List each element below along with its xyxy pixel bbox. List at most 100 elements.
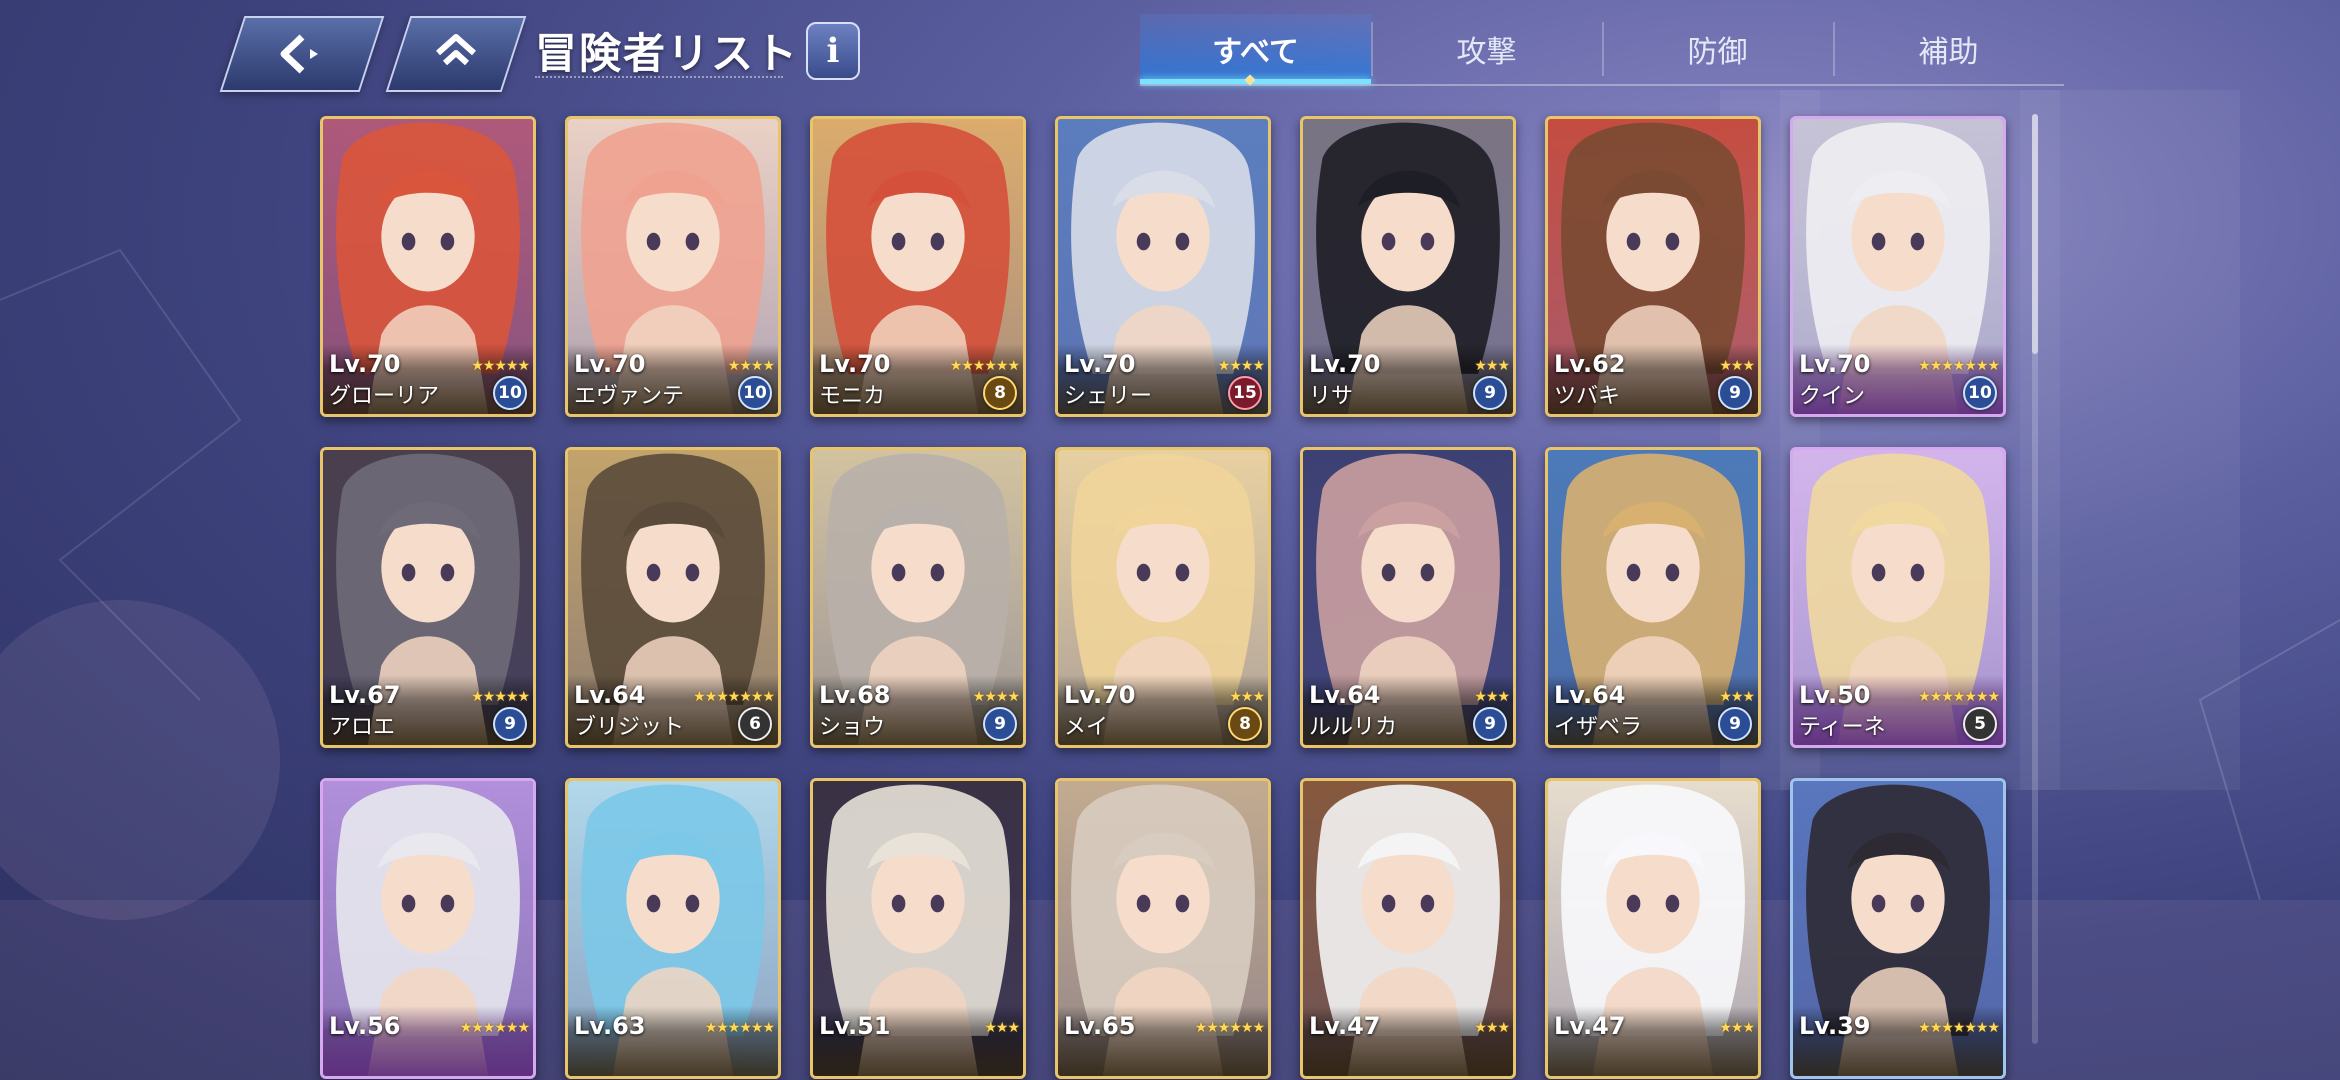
star-rating: ★★★ [1719,358,1755,374]
header: 冒険者リスト i すべて 攻撃 防御 補助 [0,0,2340,100]
star-rating: ★★★★★★★ [1918,358,2000,374]
level-label: Lv.56 [329,1012,401,1040]
level-label: Lv.70 [1064,350,1136,378]
adventurer-card[interactable]: Lv.62 ★★★ ツバキ 9 [1545,116,1761,417]
filter-tabs: すべて 攻撃 防御 補助 [1140,14,2064,84]
level-label: Lv.70 [574,350,646,378]
level-label: Lv.70 [1064,681,1136,709]
tab-attack[interactable]: 攻撃 [1371,14,1602,84]
adventurer-card[interactable]: Lv.64 ★★★ ルルリカ 9 [1300,447,1516,748]
tabs-divider [1140,84,2064,86]
level-label: Lv.70 [329,350,401,378]
rank-badge: 15 [1228,376,1262,410]
adventurer-grid: Lv.70 ★★★★★ グローリア 10 Lv.70 ★★★★ エヴァンテ 10 Lv.70 ★★… [320,116,2010,1079]
title-underline [535,74,783,78]
adventurer-card[interactable]: Lv.64 ★★★ イザベラ 9 [1545,447,1761,748]
adventurer-card[interactable]: Lv.64 ★★★★★★★ ブリジット 6 [565,447,781,748]
character-name: ツバキ [1554,384,1621,409]
scrollbar[interactable] [2032,114,2038,1044]
character-name: ティーネ [1799,715,1886,740]
adventurer-card[interactable]: Lv.70 ★★★★ シェリー 15 [1055,116,1271,417]
adventurer-card[interactable]: Lv.70 ★★★ メイ 8 [1055,447,1271,748]
character-name: ルルリカ [1309,715,1398,740]
adventurer-card[interactable]: Lv.47 ★★★ [1545,778,1761,1079]
star-rating: ★★★★★★ [949,358,1020,374]
adventurer-card[interactable]: Lv.65 ★★★★★★ [1055,778,1271,1079]
adventurer-card[interactable]: Lv.63 ★★★★★★ [565,778,781,1079]
rank-badge: 8 [1228,707,1262,741]
page-title: 冒険者リスト [535,29,800,78]
rank-badge: 9 [1473,376,1507,410]
level-label: Lv.47 [1554,1012,1626,1040]
level-label: Lv.70 [1309,350,1381,378]
star-rating: ★★★ [1474,358,1510,374]
character-name: エヴァンテ [574,384,685,409]
star-rating: ★★★★ [1217,358,1265,374]
level-label: Lv.70 [819,350,891,378]
rank-badge: 6 [738,707,772,741]
tab-all[interactable]: すべて [1140,14,1371,84]
character-name: ショウ [819,715,886,740]
adventurer-card[interactable]: Lv.51 ★★★ [810,778,1026,1079]
character-name: シェリー [1064,384,1153,409]
star-rating: ★★★★★ [471,689,530,705]
level-label: Lv.70 [1799,350,1871,378]
level-label: Lv.65 [1064,1012,1136,1040]
adventurer-card[interactable]: Lv.67 ★★★★★ アロエ 9 [320,447,536,748]
adventurer-card[interactable]: Lv.70 ★★★★ エヴァンテ 10 [565,116,781,417]
star-rating: ★★★ [1719,1020,1755,1036]
level-label: Lv.62 [1554,350,1626,378]
star-rating: ★★★ [1229,689,1265,705]
adventurer-card[interactable]: Lv.50 ★★★★★★★ ティーネ 5 [1790,447,2006,748]
character-name: クイン [1799,384,1866,409]
home-button[interactable] [385,16,527,92]
tab-support[interactable]: 補助 [1833,14,2064,84]
star-rating: ★★★★★★ [1194,1020,1265,1036]
adventurer-card[interactable]: Lv.56 ★★★★★★ [320,778,536,1079]
star-rating: ★★★ [984,1020,1020,1036]
adventurer-card[interactable]: Lv.39 ★★★★★★★ [1790,778,2006,1079]
character-name: メイ [1064,715,1109,740]
star-rating: ★★★ [1474,689,1510,705]
adventurer-card[interactable]: Lv.47 ★★★ [1300,778,1516,1079]
level-label: Lv.64 [574,681,646,709]
info-icon: i [826,31,840,71]
rank-badge: 9 [1473,707,1507,741]
star-rating: ★★★★★★★ [1918,689,2000,705]
tab-defense[interactable]: 防御 [1602,14,1833,84]
level-label: Lv.63 [574,1012,646,1040]
star-rating: ★★★ [1474,1020,1510,1036]
character-name: ブリジット [574,715,685,740]
character-name: モニカ [819,384,886,409]
rank-badge: 9 [983,707,1017,741]
rank-badge: 10 [738,376,772,410]
level-label: Lv.64 [1309,681,1381,709]
rank-badge: 5 [1963,707,1997,741]
scroll-thumb[interactable] [2032,114,2038,354]
character-name: アロエ [329,715,396,740]
rank-badge: 10 [493,376,527,410]
adventurer-card[interactable]: Lv.70 ★★★★★★★ クイン 10 [1790,116,2006,417]
back-button[interactable] [219,16,385,92]
star-rating: ★★★★★★ [704,1020,775,1036]
level-label: Lv.47 [1309,1012,1381,1040]
rank-badge: 10 [1963,376,1997,410]
info-button[interactable]: i [806,22,860,80]
adventurer-card[interactable]: Lv.68 ★★★★ ショウ 9 [810,447,1026,748]
adventurer-card[interactable]: Lv.70 ★★★★★★ モニカ 8 [810,116,1026,417]
character-name: イザベラ [1554,715,1643,740]
adventurer-card[interactable]: Lv.70 ★★★★★ グローリア 10 [320,116,536,417]
level-label: Lv.39 [1799,1012,1871,1040]
level-label: Lv.51 [819,1012,891,1040]
adventurer-card[interactable]: Lv.70 ★★★ リサ 9 [1300,116,1516,417]
level-label: Lv.67 [329,681,401,709]
star-rating: ★★★★ [727,358,775,374]
rank-badge: 8 [983,376,1017,410]
back-arrow-icon [280,34,318,74]
star-rating: ★★★★★★★ [693,689,775,705]
star-rating: ★★★★★★★ [1918,1020,2000,1036]
level-label: Lv.50 [1799,681,1871,709]
star-rating: ★★★★★ [471,358,530,374]
rank-badge: 9 [493,707,527,741]
home-icon [436,34,476,66]
